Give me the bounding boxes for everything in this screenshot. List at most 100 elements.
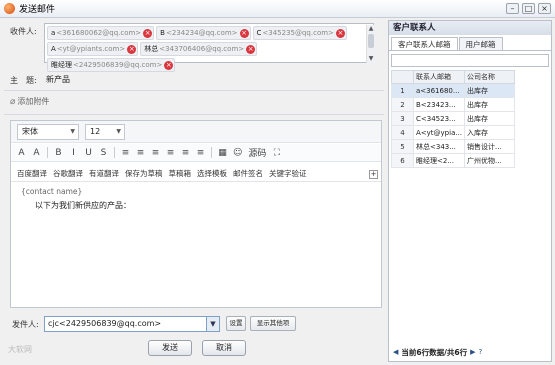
- format-button[interactable]: ⛶: [272, 148, 281, 158]
- remove-recipient-icon[interactable]: ×: [127, 44, 137, 54]
- recipient-name: 睢经理: [51, 61, 72, 69]
- pager: ◀ 当前6行数据/共6行 ▶ ?: [389, 345, 551, 359]
- sender-label: 发件人:: [12, 320, 39, 329]
- quick-action-button[interactable]: 百度翻译: [17, 168, 47, 179]
- tab-user-emails[interactable]: 用户邮箱: [458, 37, 503, 50]
- recipients-scrollbar[interactable]: ▲ ▼: [366, 25, 375, 63]
- remove-recipient-icon[interactable]: ×: [239, 28, 249, 38]
- recipients-field[interactable]: a <361680062@qq.com> × B <234234@qq.com> × C <3…: [44, 23, 374, 72]
- quick-toolbar: 百度翻译 谷歌翻译 有道翻译 保存为草稿 草稿箱 选择模板 邮件签名 关键字验证 +: [11, 165, 381, 182]
- company-cell: 出库存: [464, 83, 516, 98]
- recipient-chip[interactable]: A <yt@ypiants.com> ×: [47, 42, 139, 56]
- format-button[interactable]: B: [54, 148, 63, 158]
- format-button[interactable]: ≡: [166, 148, 175, 158]
- contacts-filter-input[interactable]: [391, 54, 549, 67]
- subject-label: 主 题:: [10, 76, 37, 85]
- quick-action-button[interactable]: 保存为草稿: [125, 168, 163, 179]
- table-row[interactable]: 4 A<yt@ypia... 入库存: [391, 125, 516, 140]
- remove-recipient-icon[interactable]: ×: [246, 44, 256, 54]
- table-row[interactable]: 1 a<361680... 出库存: [391, 83, 516, 98]
- recipient-address: <361680062@qq.com>: [56, 29, 142, 37]
- table-row[interactable]: 3 C<34523... 出库存: [391, 111, 516, 126]
- scroll-up-icon[interactable]: ▲: [367, 25, 375, 33]
- quick-action-button[interactable]: 选择模板: [197, 168, 227, 179]
- table-row[interactable]: 5 林总<343... 销售设计...: [391, 139, 516, 154]
- quick-action-button[interactable]: 有道翻译: [89, 168, 119, 179]
- remove-recipient-icon[interactable]: ×: [335, 28, 345, 38]
- quick-action-button[interactable]: 关键字验证: [269, 168, 307, 179]
- sender-select[interactable]: cjc<2429506839@qq.com> ▼: [44, 316, 220, 332]
- last-page-icon[interactable]: ▶: [470, 348, 475, 356]
- company-cell: 广州优物...: [464, 153, 516, 168]
- column-header-email[interactable]: 联系人邮箱: [412, 70, 466, 84]
- subject-input[interactable]: [44, 72, 374, 87]
- table-row[interactable]: 2 B<23423... 出库存: [391, 97, 516, 112]
- close-icon[interactable]: ×: [538, 3, 551, 14]
- email-cell: a<361680...: [412, 83, 466, 98]
- scroll-down-icon[interactable]: ▼: [367, 55, 375, 63]
- title-bar: 发送邮件 – □ ×: [0, 0, 555, 18]
- scroll-thumb[interactable]: [368, 34, 374, 48]
- row-index-cell: 3: [391, 111, 414, 126]
- email-cell: C<34523...: [412, 111, 466, 126]
- font-size-select[interactable]: 12 ▼: [85, 124, 125, 140]
- format-button[interactable]: ≡: [151, 148, 160, 158]
- first-page-icon[interactable]: ◀: [393, 348, 398, 356]
- row-index-cell: 2: [391, 97, 414, 112]
- help-icon[interactable]: ?: [478, 348, 482, 356]
- expand-icon[interactable]: +: [369, 170, 378, 179]
- format-button[interactable]: S: [99, 148, 108, 158]
- format-button[interactable]: ≡: [121, 148, 130, 158]
- font-family-select[interactable]: 宋体 ▼: [17, 124, 79, 140]
- font-family-value: 宋体: [22, 127, 38, 136]
- app-icon: [4, 3, 15, 14]
- table-row[interactable]: 6 睢经理<2... 广州优物...: [391, 153, 516, 168]
- cancel-button[interactable]: 取消: [202, 340, 246, 356]
- format-button[interactable]: I: [69, 148, 78, 158]
- recipient-address: <2429506839@qq.com>: [73, 61, 163, 69]
- format-button[interactable]: ☺: [233, 148, 242, 158]
- watermark-logo: 大软网: [8, 345, 32, 354]
- email-cell: A<yt@ypia...: [412, 125, 466, 140]
- quick-action-button[interactable]: 草稿箱: [169, 168, 192, 179]
- recipient-chip[interactable]: C <345235@qq.com> ×: [252, 26, 347, 40]
- format-button[interactable]: ≡: [181, 148, 190, 158]
- recipient-address: <343706406@qq.com>: [159, 45, 245, 53]
- add-attachment-link[interactable]: ⌀ 添加附件: [10, 96, 49, 107]
- format-button[interactable]: ≡: [136, 148, 145, 158]
- quick-action-button[interactable]: 谷歌翻译: [53, 168, 83, 179]
- minimize-icon[interactable]: –: [506, 3, 519, 14]
- window-title: 发送邮件: [19, 5, 56, 15]
- recipient-address: <yt@ypiants.com>: [56, 45, 126, 53]
- contacts-panel: 客户联系人 客户联系人邮箱 用户邮箱 联系人邮箱 公司名称 1 a<361680.…: [388, 20, 552, 362]
- quick-action-button[interactable]: 邮件签名: [233, 168, 263, 179]
- maximize-icon[interactable]: □: [522, 3, 535, 14]
- recipient-chip[interactable]: B <234234@qq.com> ×: [156, 26, 251, 40]
- chevron-down-icon[interactable]: ▼: [206, 317, 219, 331]
- table-header-row: 联系人邮箱 公司名称: [391, 70, 516, 84]
- format-button[interactable]: ≡: [196, 148, 205, 158]
- remove-recipient-icon[interactable]: ×: [164, 60, 174, 70]
- paperclip-icon: ⌀: [10, 96, 16, 107]
- row-index-cell: 1: [391, 83, 414, 98]
- chevron-down-icon: ▼: [70, 128, 75, 135]
- toolbar-separator: [47, 147, 48, 158]
- column-header-company[interactable]: 公司名称: [464, 70, 516, 84]
- recipient-chip[interactable]: a <361680062@qq.com> ×: [47, 26, 155, 40]
- format-button[interactable]: ▦: [218, 148, 227, 158]
- send-button[interactable]: 发送: [148, 340, 192, 356]
- format-button[interactable]: A: [32, 148, 41, 158]
- font-size-value: 12: [90, 127, 101, 136]
- recipient-chip[interactable]: 林总 <343706406@qq.com> ×: [140, 42, 258, 56]
- format-button[interactable]: A: [17, 148, 26, 158]
- email-body[interactable]: {contact name} 以下为我们新供应的产品：: [11, 183, 381, 307]
- remove-recipient-icon[interactable]: ×: [143, 28, 153, 38]
- window-controls: – □ ×: [506, 3, 551, 14]
- format-button[interactable]: U: [84, 148, 93, 158]
- toolbar-separator: [114, 147, 115, 158]
- tab-customer-emails[interactable]: 客户联系人邮箱: [391, 37, 458, 50]
- settings-button[interactable]: 设置: [226, 316, 246, 331]
- format-button[interactable]: 源码: [248, 146, 266, 159]
- show-others-button[interactable]: 显示其他项: [250, 316, 296, 331]
- recipient-name: C: [256, 29, 262, 37]
